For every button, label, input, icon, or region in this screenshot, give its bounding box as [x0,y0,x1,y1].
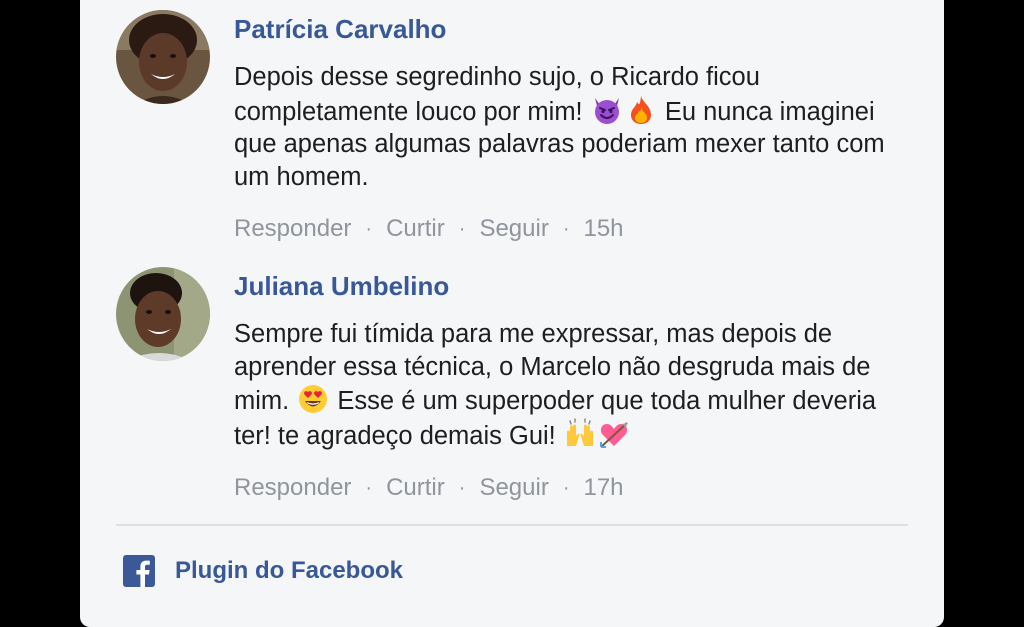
divider [116,524,908,526]
like-link[interactable]: Curtir [386,473,445,503]
separator: · [458,477,466,499]
reply-link[interactable]: Responder [234,214,351,244]
heart-eyes-icon [299,385,328,413]
facebook-plugin-link[interactable]: Plugin do Facebook [123,555,403,587]
follow-link[interactable]: Seguir [479,473,548,503]
comment-actions: Responder · Curtir · Seguir · 17h [234,473,914,503]
plugin-label[interactable]: Plugin do Facebook [175,557,403,585]
comment-text-part: Esse é um superpoder que toda mulher dev… [234,387,877,450]
smiling-devil-icon [594,97,619,124]
like-link[interactable]: Curtir [386,214,445,244]
separator: · [562,218,570,240]
heart-arrow-icon [599,421,628,448]
follow-link[interactable]: Seguir [479,214,548,244]
separator: · [365,218,373,240]
separator: · [365,477,373,499]
timestamp[interactable]: 15h [583,214,623,244]
separator: · [458,218,466,240]
reply-link[interactable]: Responder [234,473,351,503]
comments-panel: Patrícia Carvalho Depois desse segredinh… [80,0,944,627]
comment-author[interactable]: Juliana Umbelino [234,271,914,301]
separator: · [562,477,570,499]
avatar[interactable] [116,10,210,104]
facebook-icon [123,555,155,587]
fire-icon [630,95,651,124]
comment-text: Depois desse segredinho sujo, o Ricardo … [234,61,914,193]
raising-hands-icon [566,417,593,446]
comment-author[interactable]: Patrícia Carvalho [234,14,914,44]
comment-text: Sempre fui tímida para me expressar, mas… [234,318,914,452]
avatar[interactable] [116,267,210,361]
timestamp[interactable]: 17h [583,473,623,503]
comment-actions: Responder · Curtir · Seguir · 15h [234,214,914,244]
